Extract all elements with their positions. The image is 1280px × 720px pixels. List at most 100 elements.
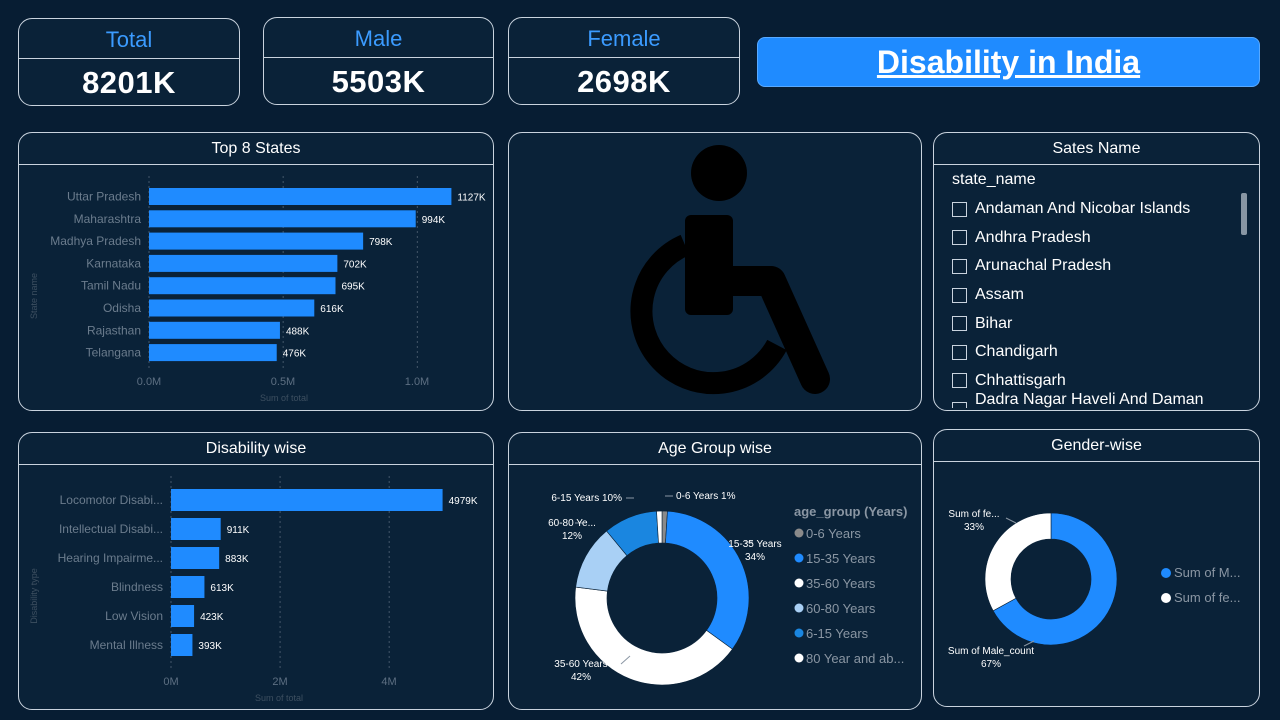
data-label: 616K — [320, 304, 344, 315]
legend-marker — [794, 578, 804, 588]
category-label: Tamil Nadu — [81, 279, 141, 293]
data-label: 798K — [369, 237, 393, 248]
bar — [171, 547, 220, 569]
legend-label: 80 Year and ab... — [806, 651, 904, 666]
slicer-scrollbar[interactable] — [1241, 193, 1247, 235]
age-group-panel: Age Group wise age_group (Years) 0-6 Yea… — [508, 432, 922, 710]
slicer-item[interactable]: Bihar — [952, 309, 1233, 338]
age-donut-chart: age_group (Years) 0-6 Years 1% 6-15 Years… — [548, 491, 907, 686]
slicer-item-label: Dadra Nagar Haveli And Daman And Diu — [975, 391, 1204, 408]
panel-title: Disability wise — [19, 433, 493, 465]
slicer-item-label: Chandigarh — [975, 343, 1058, 361]
legend-label: 60-80 Years — [806, 601, 876, 616]
legend-label: Sum of fe... — [1174, 590, 1240, 605]
legend-label: 0-6 Years — [806, 526, 861, 541]
checkbox[interactable] — [952, 373, 967, 389]
states-slicer-panel: Sates Name state_name Andaman And Nicoba… — [933, 132, 1260, 411]
checkbox[interactable] — [952, 230, 967, 246]
checkbox[interactable] — [952, 258, 967, 274]
bar — [171, 634, 193, 656]
category-label: Blindness — [111, 580, 163, 594]
slicer-item-label: Chhattisgarh — [975, 371, 1066, 389]
wheelchair-icon — [630, 145, 830, 395]
data-label: 393K — [198, 641, 222, 652]
kpi-label: Total — [19, 19, 239, 59]
data-label: 695K — [341, 282, 365, 293]
checkbox[interactable] — [952, 201, 967, 217]
leader-line — [1005, 517, 1017, 524]
category-label: Rajasthan — [87, 323, 141, 337]
data-label: 883K — [225, 554, 249, 565]
legend-marker — [794, 603, 804, 613]
category-label: Hearing Impairme... — [58, 551, 163, 565]
data-label: 911K — [227, 525, 250, 536]
bar — [149, 299, 315, 317]
slicer-item-label: Arunachal Pradesh — [975, 257, 1112, 275]
data-label: 60-80 Ye... 12% — [548, 518, 596, 542]
x-tick-label: 2M — [272, 676, 287, 688]
gender-donut-chart: Sum of M... Sum of fe... Sum of fe... 33%… — [948, 509, 1241, 670]
kpi-value: 5503K — [331, 64, 426, 99]
slicer-item[interactable]: Arunachal Pradesh — [952, 252, 1233, 281]
bar — [149, 210, 416, 228]
dashboard-title-banner: Disability in India — [757, 37, 1260, 87]
legend-title: age_group (Years) — [794, 504, 907, 519]
bar — [171, 576, 205, 598]
donut-slice — [574, 586, 733, 686]
top-states-chart: State name Sum of total 0.0M 0.5M 1.0M U… — [29, 176, 486, 403]
x-tick-label: 4M — [381, 676, 396, 688]
kpi-value: 8201K — [82, 65, 176, 100]
checkbox[interactable] — [952, 316, 967, 332]
bar — [149, 188, 452, 205]
category-label: Low Vision — [105, 609, 163, 623]
bar — [149, 232, 364, 250]
y-axis-title: Disability type — [29, 568, 39, 624]
checkbox[interactable] — [952, 401, 967, 408]
kpi-male: Male 5503K — [263, 17, 494, 105]
legend-label: 15-35 Years — [806, 551, 876, 566]
bar — [149, 277, 336, 295]
bar — [149, 321, 280, 339]
data-label: 6-15 Years 10% — [551, 493, 622, 504]
x-tick-label: 0.5M — [271, 376, 295, 388]
panel-title: Sates Name — [934, 133, 1259, 165]
panel-title: Gender-wise — [934, 430, 1259, 462]
donut-slice — [984, 512, 1052, 612]
legend-marker — [1161, 593, 1171, 603]
slicer-item[interactable]: Andhra Pradesh — [952, 224, 1233, 253]
category-label: Madhya Pradesh — [50, 234, 141, 248]
slicer-item[interactable]: Assam — [952, 281, 1233, 310]
kpi-label: Female — [509, 18, 739, 58]
legend-marker — [794, 653, 804, 663]
slicer-item[interactable]: Chandigarh — [952, 338, 1233, 367]
slicer-field-name: state_name — [952, 171, 1036, 188]
checkbox[interactable] — [952, 287, 967, 303]
slicer-item[interactable]: Dadra Nagar Haveli And Daman And Diu — [952, 391, 1233, 408]
x-tick-label: 0.0M — [137, 376, 161, 388]
kpi-label: Male — [264, 18, 493, 58]
legend-label: 6-15 Years — [806, 626, 869, 641]
slicer-item[interactable]: Andaman And Nicobar Islands — [952, 195, 1233, 224]
data-label: 488K — [286, 326, 310, 337]
category-label: Intellectual Disabi... — [59, 522, 163, 536]
slicer-item-label: Andaman And Nicobar Islands — [975, 200, 1191, 218]
category-label: Maharashtra — [74, 212, 142, 226]
legend-marker — [794, 628, 804, 638]
checkbox[interactable] — [952, 344, 967, 360]
panel-title: Age Group wise — [509, 433, 921, 465]
data-label: 4979K — [449, 496, 478, 507]
gender-panel: Gender-wise Sum of M... Sum of fe... Sum… — [933, 429, 1260, 707]
legend-marker — [1161, 568, 1171, 578]
bar — [171, 518, 221, 540]
legend-marker — [794, 528, 804, 538]
bar — [149, 254, 338, 272]
legend-label: Sum of M... — [1174, 565, 1240, 580]
data-label: 1127K — [457, 193, 486, 204]
slicer-item-label: Andhra Pradesh — [975, 228, 1091, 246]
data-label: 613K — [210, 583, 234, 594]
category-label: Locomotor Disabi... — [60, 493, 163, 507]
panel-title: Top 8 States — [19, 133, 493, 165]
legend-label: 35-60 Years — [806, 576, 876, 591]
x-tick-label: 1.0M — [405, 376, 429, 388]
y-axis-title: State name — [29, 273, 39, 319]
